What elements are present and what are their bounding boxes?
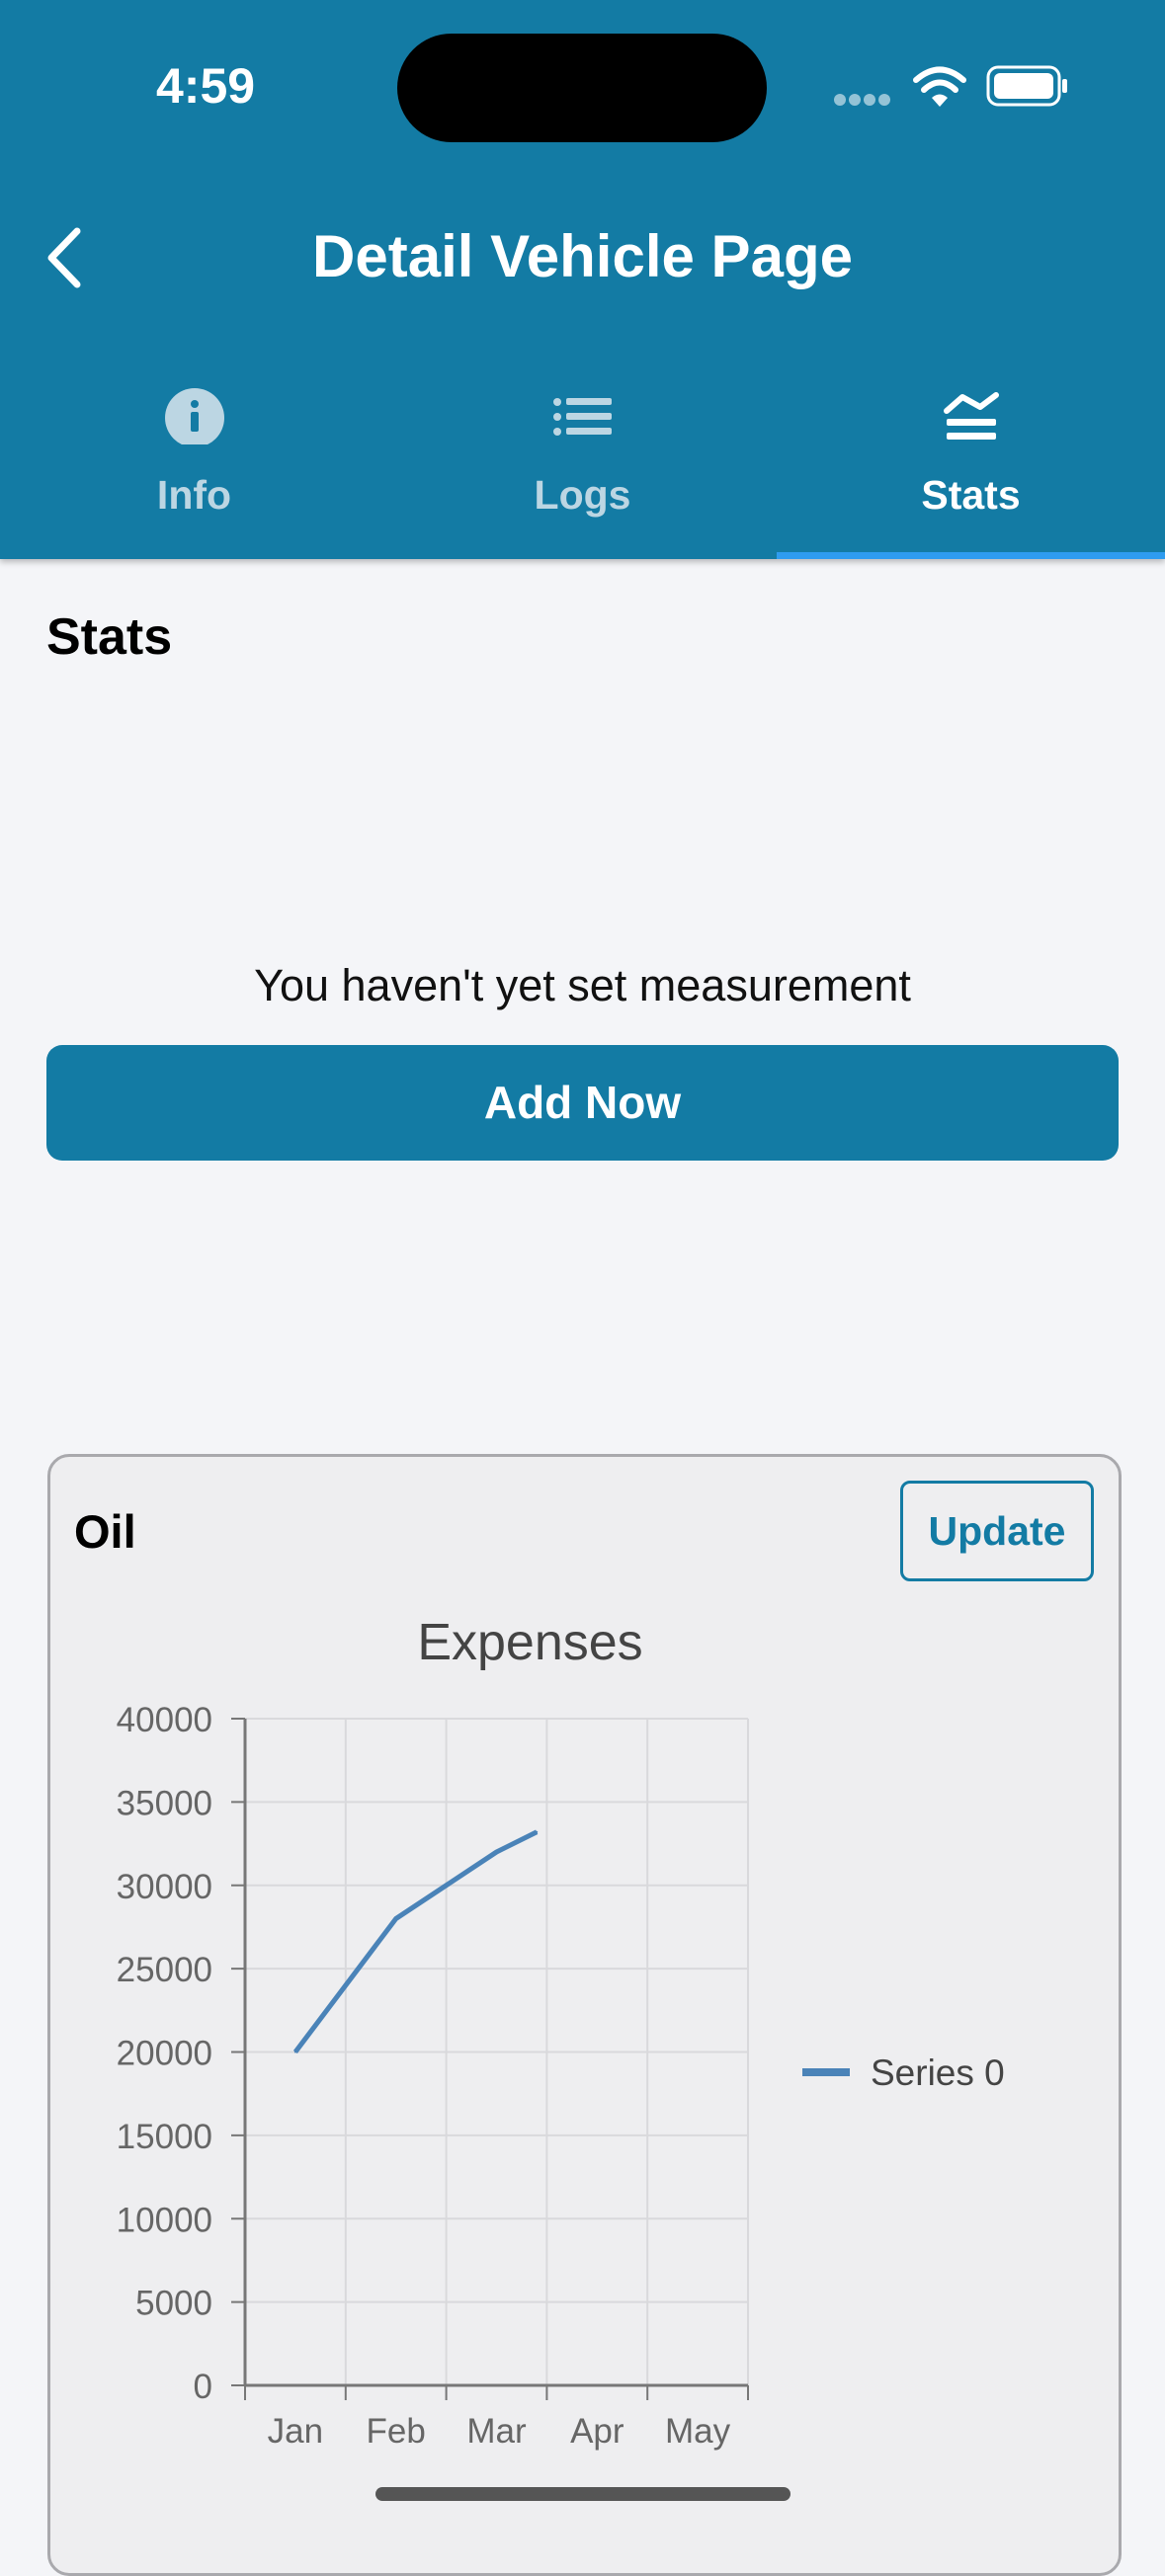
y-tick-label: 5000 [135,2285,212,2323]
active-tab-indicator [777,552,1165,559]
expenses-chart: Expenses 0 5000 10000 15000 20000 25000 30000 35… [117,1614,1005,2451]
dynamic-island [397,34,767,142]
y-tick-label: 20000 [117,2035,212,2073]
list-icon [553,398,612,436]
chart-title: Expenses [417,1614,642,1671]
wifi-icon [913,66,966,107]
empty-state-message: You haven't yet set measurement [254,960,911,1010]
x-tick-label: Feb [367,2412,426,2451]
y-tick-label: 10000 [117,2201,212,2239]
status-time: 4:59 [156,58,256,114]
app-header: 4:59 Detail Vehicle Page Info Logs Stats [0,0,1165,559]
add-now-button[interactable]: Add Now [46,1045,1119,1161]
battery-icon [986,65,1067,107]
tab-stats-label: Stats [921,472,1021,518]
info-icon [165,388,224,444]
y-tick-label: 15000 [117,2118,212,2156]
y-tick-label: 30000 [117,1868,212,1906]
section-title: Stats [46,608,173,666]
data-point [293,2051,296,2053]
tab-stats[interactable]: Stats [777,365,1165,559]
tab-info-label: Info [156,472,232,518]
tab-info[interactable]: Info [0,365,388,559]
legend-label: Series 0 [871,2053,1005,2093]
tab-logs[interactable]: Logs [388,365,777,559]
x-tick-label: Apr [570,2412,624,2451]
stats-icon [944,392,999,440]
page-title: Detail Vehicle Page [312,223,853,289]
home-indicator [375,2487,791,2501]
y-tick-label: 35000 [117,1784,212,1822]
x-tick-label: Mar [466,2412,527,2451]
data-point [495,1851,498,1853]
cellular-signal-icon [834,93,893,106]
x-tick-label: Jan [268,2412,323,2451]
data-point [536,1830,539,1833]
tab-logs-label: Logs [534,472,631,518]
oil-stats-card: Oil Update Expenses 0 5000 10000 15000 20000 2… [47,1454,1122,2576]
y-tick-label: 0 [194,2368,212,2406]
data-point [394,1917,397,1920]
y-tick-label: 40000 [117,1701,212,1739]
y-tick-label: 25000 [117,1951,212,1989]
data-point [445,1884,448,1887]
series-line [292,1829,539,2054]
x-tick-label: May [665,2412,731,2451]
